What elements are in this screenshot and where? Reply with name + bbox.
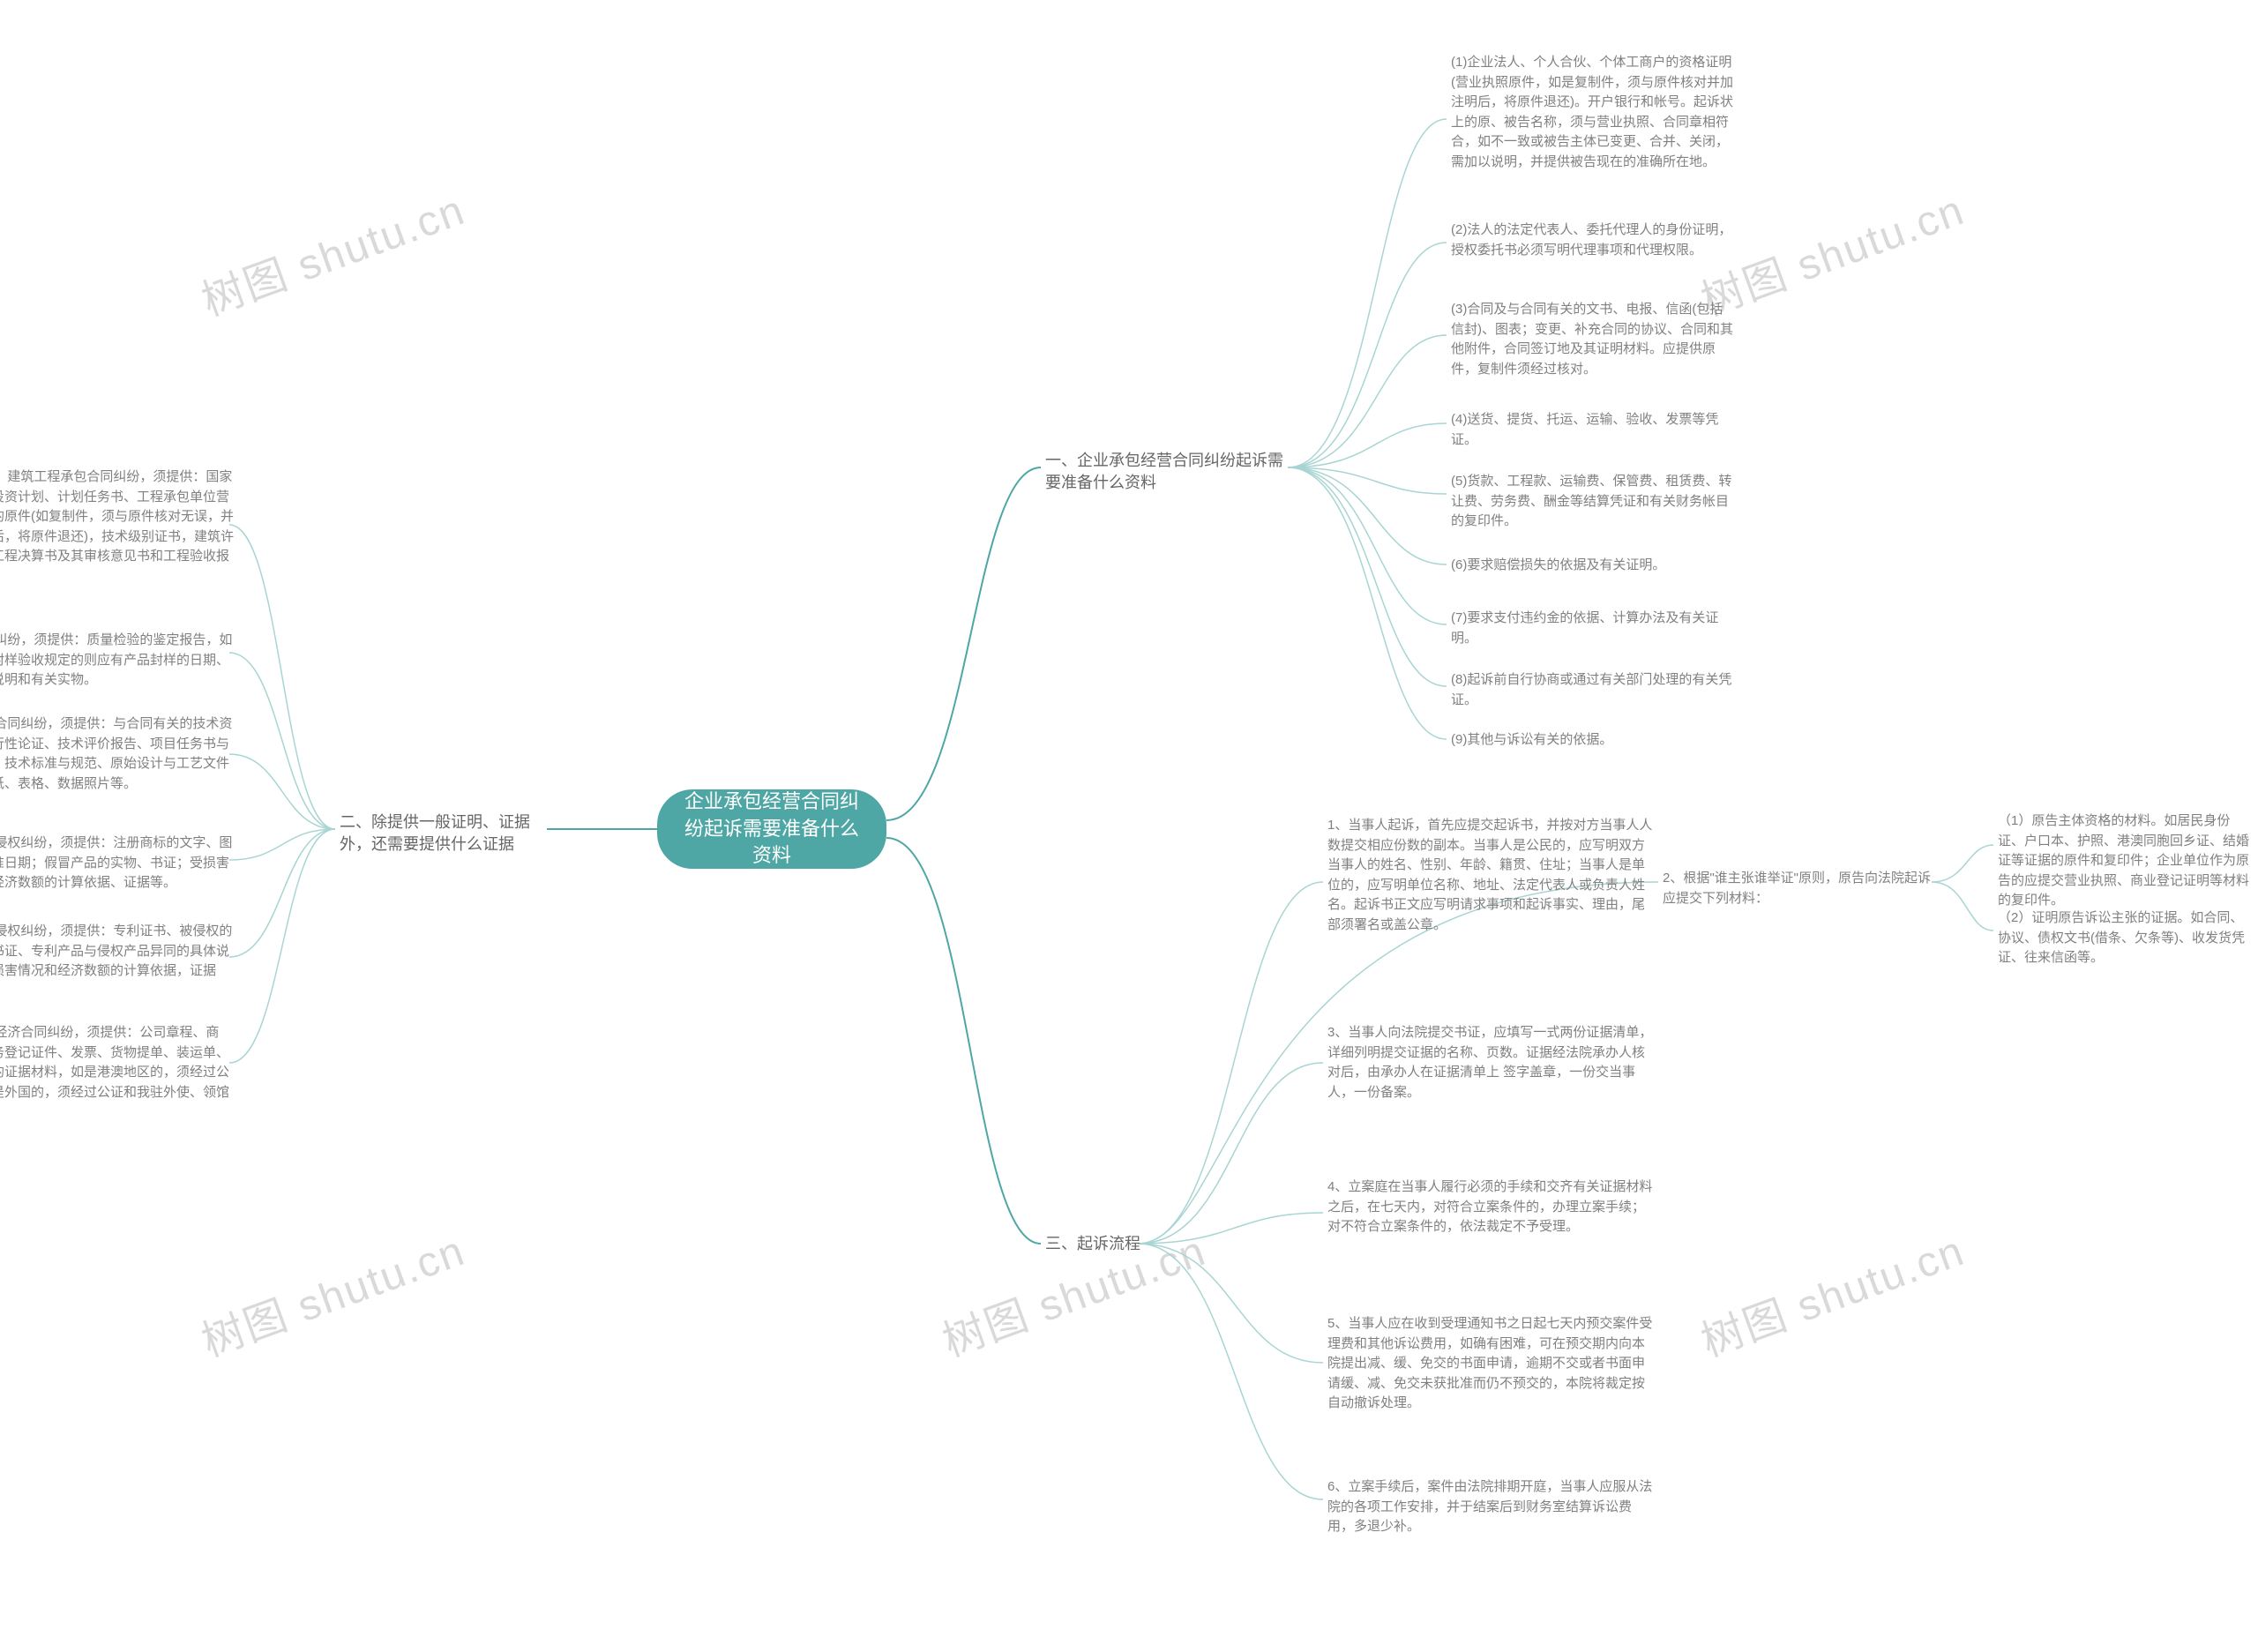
b3-leaf-6: 6、立案手续后，案件由法院排期开庭，当事人应服从法院的各项工作安排，并于结案后到…: [1327, 1477, 1654, 1537]
b1-leaf-5: (5)货款、工程款、运输费、保管费、租赁费、转让费、劳务费、酬金等结算凭证和有关…: [1451, 472, 1733, 532]
b1-leaf-6: (6)要求赔偿损失的依据及有关证明。: [1451, 556, 1733, 576]
branch-1-title: 一、企业承包经营合同纠纷起诉需要准备什么资料: [1045, 450, 1292, 494]
b3-leaf-4: 4、立案庭在当事人履行必须的手续和交齐有关证据材料之后，在七天内，对符合立案条件…: [1327, 1177, 1654, 1237]
b2-leaf-5: (5)专利侵权纠纷，须提供：专利证书、被侵权的实物、书证、专利产品与侵权产品异同…: [0, 922, 234, 1001]
b1-leaf-1: (1)企业法人、个人合伙、个体工商户的资格证明(营业执照原件，如是复制件，须与原…: [1451, 53, 1733, 172]
watermark: 树图 shutu.cn: [191, 176, 472, 328]
b1-leaf-4: (4)送货、提货、托运、运输、验收、发票等凭证。: [1451, 410, 1733, 450]
center-topic: 企业承包经营合同纠纷起诉需要准备什么资料: [657, 789, 886, 869]
branch-3-title: 三、起诉流程: [1045, 1233, 1151, 1255]
branch-2-title: 二、除提供一般证明、证据外，还需要提供什么证据: [340, 811, 560, 856]
b2-leaf-4: (4)商标侵权纠纷，须提供：注册商标的文字、图形和核准日期；假冒产品的实物、书证…: [0, 833, 234, 893]
b3-leaf-3: 3、当事人向法院提交书证，应填写一式两份证据清单，详细列明提交证据的名称、页数。…: [1327, 1023, 1654, 1103]
b3-leaf-2b: （2）证明原告诉讼主张的证据。如合同、协议、债权文书(借条、欠条等)、收发货凭证…: [1998, 908, 2254, 968]
b3-leaf-2-title: 2、根据"谁主张谁举证"原则，原告向法院起诉应提交下列材料：: [1663, 869, 1936, 908]
b3-leaf-5: 5、当事人应在收到受理通知书之日起七天内预交案件受理费和其他诉讼费用，如确有困难…: [1327, 1314, 1654, 1414]
b1-leaf-8: (8)起诉前自行协商或通过有关部门处理的有关凭证。: [1451, 670, 1733, 710]
b1-leaf-3: (3)合同及与合同有关的文书、电报、信函(包括信封)、图表；变更、补充合同的协议…: [1451, 300, 1733, 379]
b1-leaf-7: (7)要求支付违约金的依据、计算办法及有关证明。: [1451, 609, 1733, 648]
connector-lines: [0, 0, 2258, 1652]
b3-leaf-1: 1、当事人起诉，首先应提交起诉书，并按对方当事人人数提交相应份数的副本。当事人是…: [1327, 816, 1654, 935]
b3-leaf-2a: （1）原告主体资格的材料。如居民身份证、户口本、护照、港澳同胞回乡证、结婚证等证…: [1998, 811, 2254, 911]
b1-leaf-9: (9)其他与诉讼有关的依据。: [1451, 730, 1733, 751]
watermark: 树图 shutu.cn: [191, 1216, 472, 1369]
watermark: 树图 shutu.cn: [1691, 176, 1971, 328]
b2-leaf-3: (3)技术合同纠纷，须提供：与合同有关的技术资料、可行性论证、技术评价报告、项目…: [0, 714, 234, 794]
watermark: 树图 shutu.cn: [1691, 1216, 1971, 1369]
b2-leaf-6: (6)涉外经济合同纠纷，须提供：公司章程、商业、税务登记证件、发票、货物提单、装…: [0, 1023, 234, 1123]
b1-leaf-2: (2)法人的法定代表人、委托代理人的身份证明，授权委托书必须写明代理事项和代理权…: [1451, 221, 1733, 260]
b2-leaf-2: (2)质量纠纷，须提供：质量检验的鉴定报告，如有产品封样验收规定的则应有产品封样…: [0, 631, 234, 691]
b2-leaf-1: (1)建设、建筑工程承包合同纠纷，须提供：国家批准的投资计划、计划任务书、工程承…: [0, 467, 234, 587]
